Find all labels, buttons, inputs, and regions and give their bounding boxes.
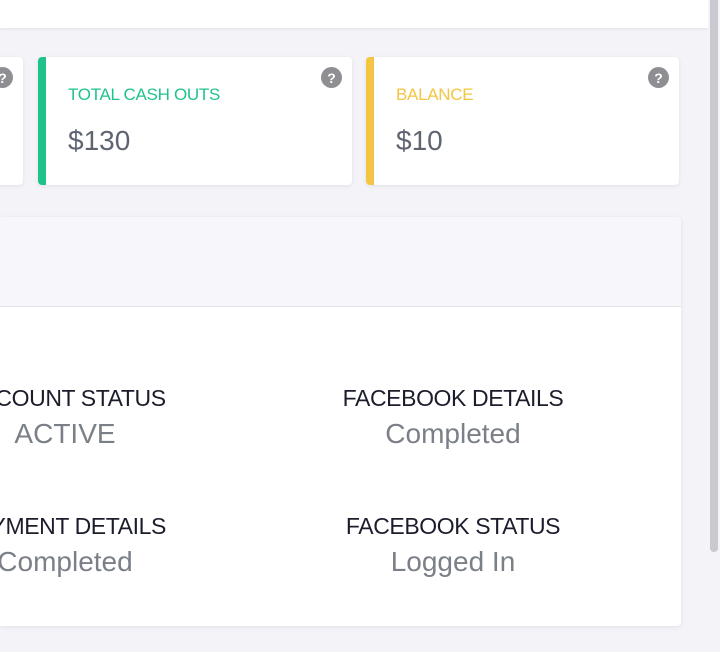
account-status-panel: ACCOUNT STATUS ACTIVE FACEBOOK DETAILS C… [0,217,681,626]
facebook-status-value: Logged In [390,546,516,577]
facebook-details: FACEBOOK DETAILS Completed [270,385,636,450]
card-accent-bar [38,57,46,185]
balance-card: BALANCE $10 ? [366,57,679,185]
balance-label: BALANCE [396,85,474,104]
facebook-details-title: FACEBOOK DETAILS [342,385,564,411]
balance-value: $10 [396,125,443,156]
account-status-value: ACTIVE [14,418,116,449]
scrollbar[interactable] [708,0,720,652]
help-icon[interactable]: ? [648,67,669,88]
cash-outs-label: TOTAL CASH OUTS [68,85,220,104]
account-status-title: ACCOUNT STATUS [0,385,166,411]
facebook-status: FACEBOOK STATUS Logged In [270,513,636,578]
card-accent-bar [366,57,374,185]
facebook-status-title: FACEBOOK STATUS [345,513,561,539]
payment-details-value: Completed [0,546,133,577]
top-bar [0,0,708,28]
partial-stat-card: ? [0,57,23,185]
scrollbar-thumb[interactable] [710,0,718,552]
account-status: ACCOUNT STATUS ACTIVE [0,385,250,450]
facebook-details-value: Completed [385,418,521,449]
panel-header [0,217,681,307]
payment-details-title: PAYMENT DETAILS [0,513,166,539]
total-cash-outs-card: TOTAL CASH OUTS $130 ? [38,57,352,185]
payment-details: PAYMENT DETAILS Completed [0,513,250,578]
help-icon[interactable]: ? [0,67,13,88]
cash-outs-value: $130 [68,125,131,156]
help-icon[interactable]: ? [321,67,342,88]
